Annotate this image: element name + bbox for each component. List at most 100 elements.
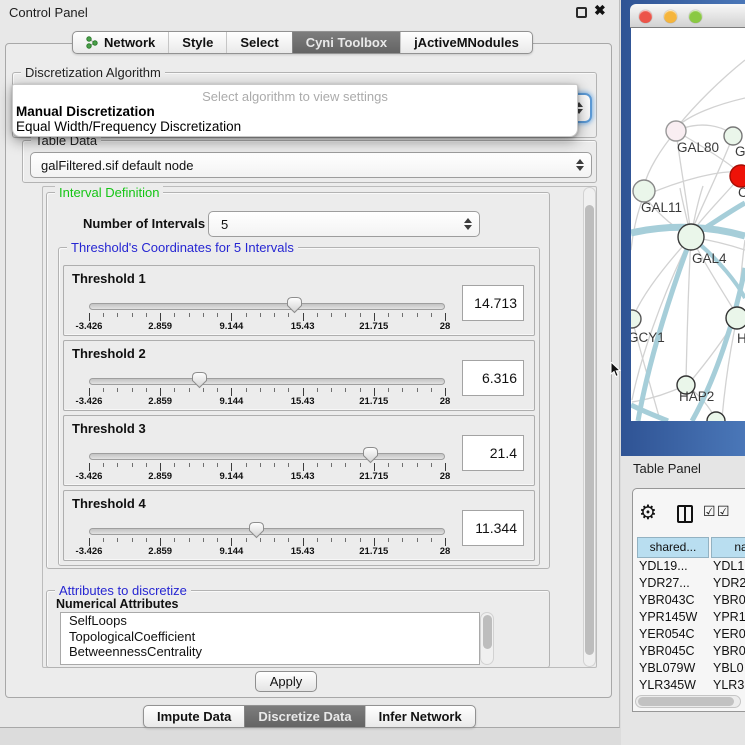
slider-tick [160, 313, 161, 321]
tab-infer-network[interactable]: Infer Network [365, 706, 475, 727]
slider-tick [274, 538, 275, 542]
tab-jactivemnodules[interactable]: jActiveMNodules [400, 32, 532, 53]
table-row[interactable]: YBL079WYBL0 [633, 661, 745, 678]
vertical-scrollbar-thumb[interactable] [585, 205, 594, 655]
slider-tick [445, 463, 446, 471]
threshold-slider-track[interactable] [89, 453, 445, 460]
horizontal-scrollbar-thumb[interactable] [638, 697, 734, 706]
slider-tick [431, 538, 432, 542]
network-window-titlebar[interactable] [630, 4, 745, 28]
threshold-value-field[interactable]: 11.344 [462, 510, 524, 546]
slider-tick [303, 313, 304, 321]
numerical-attributes-list[interactable]: SelfLoopsTopologicalCoefficientBetweenne… [60, 612, 480, 665]
checkbox-checked-icon[interactable]: ☑ [717, 503, 730, 520]
table-panel-box: ⚙ ☑ ☑ shared... na YDL19...YDL1YDR27...Y… [632, 488, 745, 712]
slider-thumb[interactable] [190, 371, 209, 389]
slider-tick [217, 388, 218, 392]
slider-tick [217, 463, 218, 467]
cell-shared-name: YDL19... [639, 559, 688, 573]
svg-text:H: H [737, 331, 745, 346]
table-row[interactable]: YPR145WYPR1 [633, 610, 745, 627]
number-of-intervals-combobox[interactable]: 5 [208, 211, 480, 237]
slider-thumb[interactable] [247, 521, 266, 539]
horizontal-scrollbar[interactable] [635, 695, 741, 708]
threshold-value-field[interactable]: 21.4 [462, 435, 524, 471]
slider-tick [160, 388, 161, 396]
table-data-combobox[interactable]: galFiltered.sif default node [30, 152, 592, 178]
tab-impute-data[interactable]: Impute Data [144, 706, 244, 727]
tab-label: Infer Network [379, 706, 462, 728]
slider-tick [117, 388, 118, 392]
tab-style[interactable]: Style [168, 32, 226, 53]
threshold-slider-track[interactable] [89, 528, 445, 535]
apply-button[interactable]: Apply [255, 671, 317, 692]
combo-arrows-icon [575, 159, 583, 171]
algorithm-option-manual-discretization[interactable]: Manual Discretization [16, 104, 155, 119]
algorithm-option-equal-width-frequency-discretization[interactable]: Equal Width/Frequency Discretization [16, 119, 241, 134]
slider-tick [374, 388, 375, 396]
screen: Control Panel ✖ NetworkStyleSelectCyni T… [0, 0, 745, 745]
gear-icon[interactable]: ⚙ [639, 500, 657, 525]
close-icon[interactable]: ✖ [594, 2, 606, 19]
threshold-slider-track[interactable] [89, 303, 445, 310]
slider-tick [317, 313, 318, 317]
threshold-panel-4: Threshold 4-3.4262.8599.14415.4321.71528… [63, 490, 535, 561]
slider-tick [231, 538, 232, 546]
combo-arrows-icon [463, 218, 471, 230]
attributes-scrollbar[interactable] [480, 612, 494, 665]
slider-tick [189, 313, 190, 317]
slider-tick [246, 463, 247, 467]
slider-tick [132, 313, 133, 317]
number-of-intervals-value: 5 [221, 212, 228, 236]
slider-tick [417, 538, 418, 542]
vertical-scrollbar[interactable] [583, 187, 596, 667]
threshold-value-field[interactable]: 6.316 [462, 360, 524, 396]
tab-discretize-data[interactable]: Discretize Data [244, 706, 364, 727]
threshold-slider-track[interactable] [89, 378, 445, 385]
slider-tick [374, 313, 375, 321]
zoom-traffic-light[interactable] [689, 10, 702, 23]
slider-tick [388, 538, 389, 542]
table-row[interactable]: YDR27...YDR2 [633, 576, 745, 593]
svg-text:GCY1: GCY1 [631, 330, 665, 345]
table-row[interactable]: YBR043CYBR0 [633, 593, 745, 610]
slider-tick-label: -3.426 [61, 321, 117, 332]
slider-tick-label: 15.43 [275, 396, 331, 407]
tab-cyni-toolbox[interactable]: Cyni Toolbox [292, 32, 400, 53]
close-traffic-light[interactable] [639, 10, 652, 23]
threshold-panel-2: Threshold 2-3.4262.8599.14415.4321.71528… [63, 340, 535, 411]
threshold-value-field[interactable]: 14.713 [462, 285, 524, 321]
table-row[interactable]: YER054CYER0 [633, 627, 745, 644]
svg-text:GAL4: GAL4 [692, 251, 727, 266]
column-header-name[interactable]: na [711, 537, 745, 558]
tab-select[interactable]: Select [226, 32, 291, 53]
threshold-label: Threshold 3 [72, 421, 146, 436]
slider-tick [402, 388, 403, 392]
float-window-icon[interactable] [576, 7, 587, 18]
network-canvas[interactable]: GAL80GAL11GAL4GCY1HAP2GCH [631, 28, 745, 421]
slider-thumb[interactable] [361, 446, 380, 464]
table-row[interactable]: YLR345WYLR3 [633, 678, 745, 695]
table-row[interactable]: YDL19...YDL1 [633, 559, 745, 576]
attribute-item-betweennesscentrality[interactable]: BetweennessCentrality [61, 644, 479, 660]
split-columns-icon[interactable] [677, 505, 693, 523]
slider-tick [231, 388, 232, 396]
minimize-traffic-light[interactable] [664, 10, 677, 23]
attribute-item-topologicalcoefficient[interactable]: TopologicalCoefficient [61, 629, 479, 645]
attribute-item-selfloops[interactable]: SelfLoops [61, 613, 479, 629]
table-row[interactable]: YBR045CYBR0 [633, 644, 745, 661]
slider-tick-label: 28 [417, 471, 473, 482]
column-header-shared-name[interactable]: shared... [637, 537, 709, 558]
attributes-scrollbar-thumb[interactable] [483, 615, 492, 649]
checkbox-checked-icon[interactable]: ☑ [703, 503, 716, 520]
slider-tick [231, 463, 232, 471]
threshold-label: Threshold 4 [72, 496, 146, 511]
tab-network[interactable]: Network [73, 32, 168, 53]
cell-shared-name: YER054C [639, 627, 695, 641]
slider-tick [417, 313, 418, 317]
slider-thumb[interactable] [285, 296, 304, 314]
slider-tick-label: 21.715 [346, 396, 402, 407]
slider-tick [345, 463, 346, 467]
svg-text:GAL80: GAL80 [677, 140, 719, 155]
tab-label: Style [182, 32, 213, 54]
